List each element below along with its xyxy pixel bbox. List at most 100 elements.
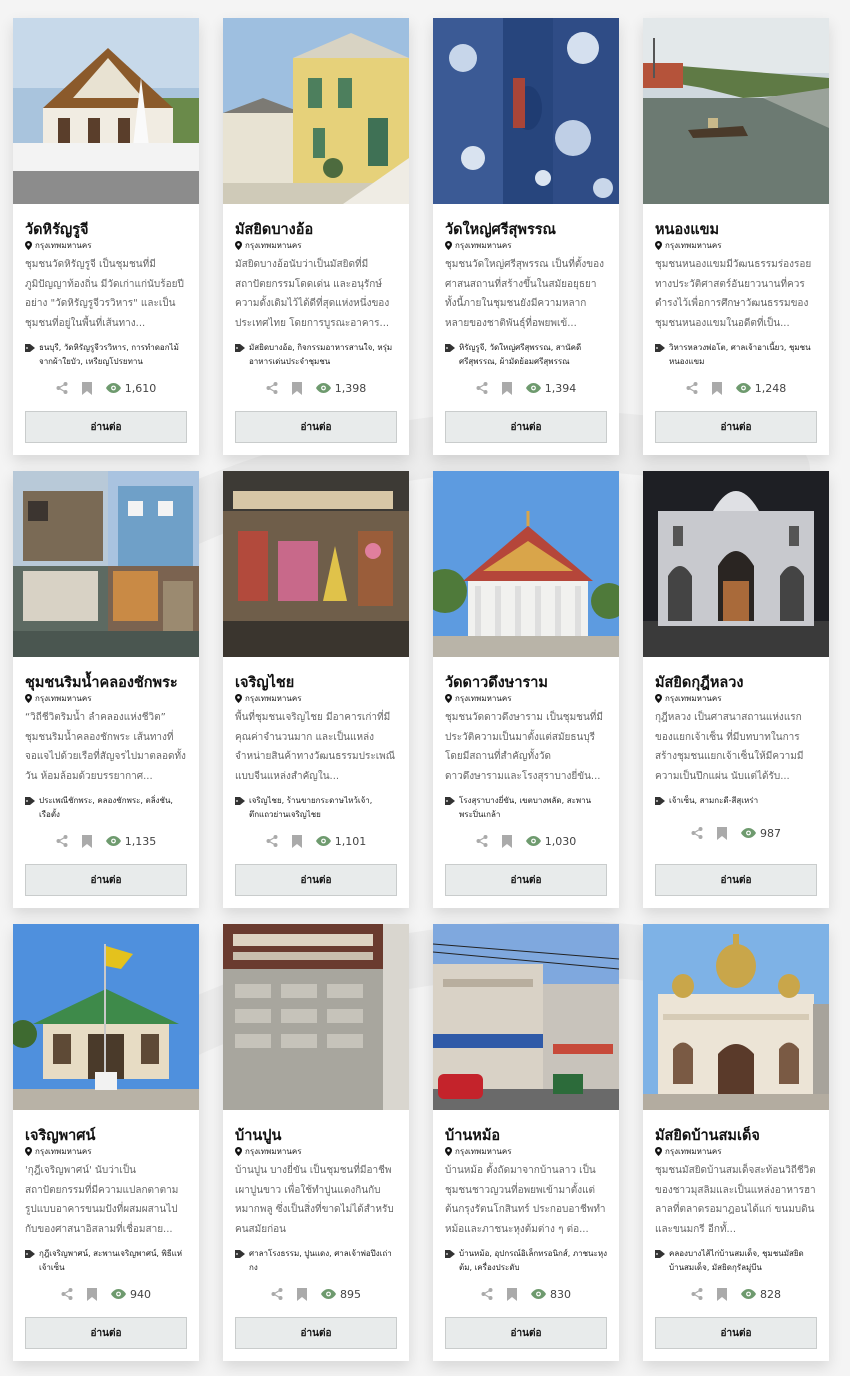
bookmark-icon[interactable] — [291, 381, 302, 395]
share-icon[interactable] — [56, 835, 68, 847]
card-tags: ประเพณีชักพระ, คลองชักพระ, ตลิ่งชัน, เรื… — [25, 794, 187, 822]
card-title[interactable]: วัดดาวดึงษาราม — [445, 671, 607, 691]
tags-label[interactable]: กุฎีเจริญพาศน์, สะพานเจริญพาศน์, พิธีแห่… — [39, 1247, 187, 1275]
view-count: 940 — [111, 1288, 151, 1301]
card-description: พื้นที่ชุมชนเจริญไชย มีอาคารเก่าที่มีคุณ… — [235, 712, 396, 782]
card-location: กรุงเทพมหานคร — [25, 1145, 187, 1157]
read-more-button[interactable]: อ่านต่อ — [655, 864, 817, 896]
card-image[interactable] — [223, 18, 409, 204]
read-more-button[interactable]: อ่านต่อ — [25, 864, 187, 896]
tags-label[interactable]: คลองบางไส้ไก่บ้านสมเด็จ, ชุมชนมัสยิดบ้าน… — [669, 1247, 817, 1275]
card-description: ชุมชนวัดใหญ่ศรีสุพรรณ เป็นที่ตั้งของศาสน… — [445, 259, 605, 329]
card-tags: คลองบางไส้ไก่บ้านสมเด็จ, ชุมชนมัสยิดบ้าน… — [655, 1247, 817, 1275]
read-more-button[interactable]: อ่านต่อ — [235, 864, 397, 896]
tags-label[interactable]: บ้านหม้อ, อุปกรณ์อิเล็กทรอนิกส์, ภาชนะหุ… — [459, 1247, 607, 1275]
tag-icon — [235, 1250, 245, 1258]
share-icon[interactable] — [481, 1288, 493, 1300]
read-more-button[interactable]: อ่านต่อ — [25, 1317, 187, 1349]
card-image[interactable] — [13, 18, 199, 204]
view-count-value: 1,248 — [754, 381, 787, 395]
card-title[interactable]: เจริญไชย — [235, 671, 397, 691]
card-title[interactable]: มัสยิดกุฎีหลวง — [655, 671, 817, 691]
view-count-value: 895 — [340, 1287, 361, 1301]
bookmark-icon[interactable] — [717, 1287, 727, 1301]
card-stats: 940 — [13, 1286, 199, 1302]
community-card: ชุมชนริมน้ำคลองชักพระ กรุงเทพมหานคร “วิถ… — [13, 471, 199, 908]
card-title[interactable]: ชุมชนริมน้ำคลองชักพระ — [25, 671, 187, 691]
card-title[interactable]: หนองแขม — [655, 218, 817, 238]
location-label: กรุงเทพมหานคร — [665, 693, 722, 703]
card-image[interactable] — [643, 471, 829, 657]
view-count: 828 — [741, 1288, 781, 1301]
card-title[interactable]: วัดหิรัญรูจี — [25, 218, 187, 238]
read-more-button[interactable]: อ่านต่อ — [655, 1317, 817, 1349]
location-label: กรุงเทพมหานคร — [245, 693, 302, 703]
card-image[interactable] — [433, 471, 619, 657]
bookmark-icon[interactable] — [291, 834, 302, 848]
share-icon[interactable] — [271, 1288, 283, 1300]
card-stats: 1,248 — [643, 380, 829, 396]
read-more-button[interactable]: อ่านต่อ — [445, 411, 607, 443]
bookmark-icon[interactable] — [717, 826, 727, 840]
card-title[interactable]: บ้านปูน — [235, 1124, 397, 1144]
bookmark-icon[interactable] — [87, 1287, 97, 1301]
eye-icon — [111, 1289, 126, 1299]
community-card: วัดใหญ่ศรีสุพรรณ กรุงเทพมหานคร ชุมชนวัดใ… — [433, 18, 619, 455]
read-more-button[interactable]: อ่านต่อ — [445, 1317, 607, 1349]
share-icon[interactable] — [266, 382, 278, 394]
share-icon[interactable] — [61, 1288, 73, 1300]
card-image[interactable] — [13, 471, 199, 657]
card-image[interactable] — [643, 924, 829, 1110]
card-title[interactable]: มัสยิดบางอ้อ — [235, 218, 397, 238]
card-image[interactable] — [643, 18, 829, 204]
card-title[interactable]: วัดใหญ่ศรีสุพรรณ — [445, 218, 607, 238]
view-count-value: 830 — [550, 1287, 571, 1301]
share-icon[interactable] — [476, 382, 488, 394]
card-location: กรุงเทพมหานคร — [655, 1145, 817, 1157]
share-icon[interactable] — [691, 827, 703, 839]
tags-label[interactable]: หิรัญรูจี, วัดใหญ่ศรีสุพรรณ, สานัคดีศรีส… — [459, 341, 607, 369]
card-title[interactable]: มัสยิดบ้านสมเด็จ — [655, 1124, 817, 1144]
bookmark-icon[interactable] — [711, 381, 722, 395]
tags-label[interactable]: ธนบุรี, วัดหิรัญรูจีวรวิหาร, การทำดอกไม้… — [39, 341, 187, 369]
share-icon[interactable] — [56, 382, 68, 394]
bookmark-icon[interactable] — [297, 1287, 307, 1301]
share-icon[interactable] — [266, 835, 278, 847]
eye-icon — [105, 836, 121, 846]
card-image[interactable] — [433, 18, 619, 204]
tags-label[interactable]: มัสยิดบางอ้อ, กิจกรรมอาหารสานใจ, หรุ่มอา… — [249, 341, 397, 369]
tags-label[interactable]: เจ้าเซ็น, สามกะดี-สีสุเหร่า — [669, 794, 758, 808]
read-more-button[interactable]: อ่านต่อ — [25, 411, 187, 443]
tags-label[interactable]: ศาลาโรงธรรม, ปูนแดง, ศาลเจ้าพ่อปึงเถ่ากง — [249, 1247, 397, 1275]
card-image[interactable] — [223, 924, 409, 1110]
card-image[interactable] — [223, 471, 409, 657]
read-more-button[interactable]: อ่านต่อ — [655, 411, 817, 443]
location-label: กรุงเทพมหานคร — [455, 693, 512, 703]
read-more-button[interactable]: อ่านต่อ — [235, 1317, 397, 1349]
community-card: บ้านหม้อ กรุงเทพมหานคร บ้านหม้อ ตั้งถัดม… — [433, 924, 619, 1361]
tags-label[interactable]: โรงสุราบางยี่ขัน, เขตบางพลัด, สะพานพระปิ… — [459, 794, 607, 822]
map-pin-icon — [655, 240, 662, 250]
bookmark-icon[interactable] — [501, 381, 512, 395]
card-tags: กุฎีเจริญพาศน์, สะพานเจริญพาศน์, พิธีแห่… — [25, 1247, 187, 1275]
tags-label[interactable]: วิหารหลวงพ่อโต, ศาลเจ้าอาเนี้ยว, ชุมชนหน… — [669, 341, 817, 369]
card-title[interactable]: บ้านหม้อ — [445, 1124, 607, 1144]
share-icon[interactable] — [691, 1288, 703, 1300]
bookmark-icon[interactable] — [507, 1287, 517, 1301]
bookmark-icon[interactable] — [81, 381, 92, 395]
share-icon[interactable] — [476, 835, 488, 847]
view-count: 987 — [741, 827, 781, 840]
share-icon[interactable] — [686, 382, 698, 394]
card-tags: บ้านหม้อ, อุปกรณ์อิเล็กทรอนิกส์, ภาชนะหุ… — [445, 1247, 607, 1275]
bookmark-icon[interactable] — [81, 834, 92, 848]
card-image[interactable] — [433, 924, 619, 1110]
community-card-grid: วัดหิรัญรูจี กรุงเทพมหานคร ชุมชนวัดหิรัญ… — [13, 18, 829, 1361]
card-stats: 895 — [223, 1286, 409, 1302]
card-image[interactable] — [13, 924, 199, 1110]
tags-label[interactable]: ประเพณีชักพระ, คลองชักพระ, ตลิ่งชัน, เรื… — [39, 794, 187, 822]
card-title[interactable]: เจริญพาศน์ — [25, 1124, 187, 1144]
tags-label[interactable]: เจริญไชย, ร้านขายกระดาษไหว้เจ้า, ตึกแถวย… — [249, 794, 397, 822]
bookmark-icon[interactable] — [501, 834, 512, 848]
read-more-button[interactable]: อ่านต่อ — [235, 411, 397, 443]
read-more-button[interactable]: อ่านต่อ — [445, 864, 607, 896]
